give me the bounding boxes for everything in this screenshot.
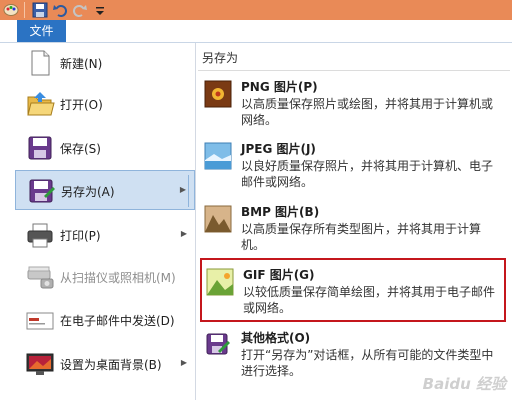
desktop-background-icon (25, 349, 55, 379)
paint-app-icon[interactable] (3, 2, 19, 18)
bmp-image-icon (204, 205, 232, 233)
menu-item-label: 保存(S) (60, 142, 101, 156)
jpeg-image-icon (204, 142, 232, 170)
submenu-heading: 另存为 (202, 51, 239, 65)
save-as-icon (26, 176, 56, 206)
menu-item-label: 新建(N) (60, 57, 103, 71)
submenu-arrow-icon[interactable]: ▶ (180, 185, 186, 194)
save-as-gif[interactable]: GIF 图片(G) 以较低质量保存简单绘图，并将其用于电子邮件或网络。 (200, 258, 506, 322)
format-title: PNG 图片(P) (241, 80, 318, 94)
save-as-jpeg[interactable]: JPEG 图片(J) 以良好质量保存照片，并将其用于计算机、电子邮件或网络。 (200, 138, 506, 194)
customize-toolbar-icon[interactable] (92, 2, 108, 18)
divider (198, 70, 510, 71)
menu-item-set-desktop-background[interactable]: 设置为桌面背景(B) ▶ (15, 344, 195, 384)
file-tab[interactable]: 文件 (17, 20, 66, 42)
format-title: BMP 图片(B) (241, 205, 320, 219)
redo-icon[interactable] (72, 2, 88, 18)
menu-item-print[interactable]: 打印(P) ▶ (15, 215, 195, 255)
quick-access-separator (24, 2, 25, 18)
menu-item-label: 设置为桌面背景(B) (60, 358, 162, 372)
menu-item-label: 打印(P) (60, 229, 101, 243)
format-description: 以高质量保存照片或绘图，并将其用于计算机或网络。 (241, 97, 494, 127)
menu-item-from-scanner[interactable]: 从扫描仪或照相机(M) (15, 257, 195, 297)
format-description: 以良好质量保存照片，并将其用于计算机、电子邮件或网络。 (241, 159, 494, 189)
menu-item-label: 打开(O) (60, 98, 103, 112)
gif-image-icon (206, 268, 234, 296)
menu-item-save[interactable]: 保存(S) (15, 128, 195, 168)
format-title: GIF 图片(G) (243, 268, 315, 282)
submenu-arrow-icon: ▶ (180, 229, 187, 238)
submenu-arrow-icon: ▶ (180, 358, 187, 367)
menu-item-label: 另存为(A) (61, 185, 115, 199)
email-icon (25, 305, 55, 335)
menu-item-open[interactable]: 打开(O) (15, 84, 195, 124)
watermark: Baidu 经验 (422, 375, 506, 393)
format-title: 其他格式(O) (241, 331, 311, 345)
open-folder-icon (25, 89, 55, 119)
png-image-icon (204, 80, 232, 108)
submenu-split-divider (188, 175, 189, 207)
save-disk-icon (25, 133, 55, 163)
menu-item-label: 在电子邮件中发送(D) (60, 314, 175, 328)
save-as-png[interactable]: PNG 图片(P) 以高质量保存照片或绘图，并将其用于计算机或网络。 (200, 76, 506, 127)
format-description: 以较低质量保存简单绘图，并将其用于电子邮件或网络。 (243, 285, 496, 315)
menu-item-new[interactable]: 新建(N) (15, 43, 195, 83)
scanner-icon (25, 262, 55, 292)
save-as-bmp[interactable]: BMP 图片(B) 以高质量保存所有类型图片，并将其用于计算机。 (200, 201, 506, 257)
menu-item-label: 从扫描仪或照相机(M) (60, 271, 176, 285)
new-document-icon (25, 48, 55, 78)
undo-icon[interactable] (52, 2, 68, 18)
menu-item-save-as[interactable]: 另存为(A) ▶ (15, 170, 195, 210)
ribbon-tab-bar (0, 20, 512, 42)
format-title: JPEG 图片(J) (241, 142, 316, 156)
menu-item-send-email[interactable]: 在电子邮件中发送(D) (15, 300, 195, 340)
printer-icon (25, 220, 55, 250)
save-quick-icon[interactable] (32, 2, 48, 18)
other-formats-icon (204, 331, 232, 359)
format-description: 以高质量保存所有类型图片，并将其用于计算机。 (241, 222, 482, 252)
